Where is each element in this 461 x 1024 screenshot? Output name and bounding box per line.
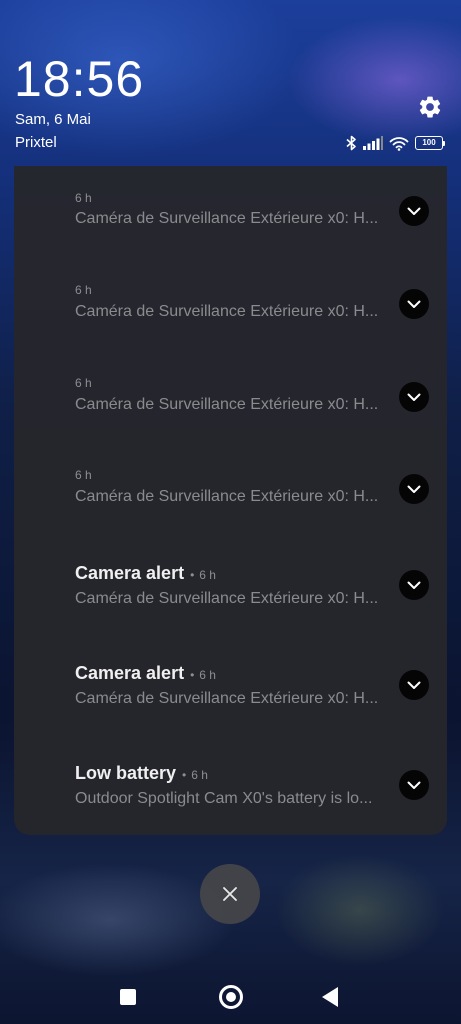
notification-time: 6 h — [75, 376, 92, 390]
notification-time: 6 h — [75, 468, 92, 482]
notification-item[interactable]: 6 h Caméra de Surveillance Extérieure x0… — [14, 351, 447, 443]
notification-body: Caméra de Surveillance Extérieure x0: H.… — [75, 210, 379, 227]
notification-time: 6 h — [75, 283, 92, 297]
signal-icon — [363, 136, 383, 150]
chevron-down-icon[interactable] — [399, 289, 429, 319]
clear-all-button[interactable] — [200, 864, 260, 924]
notification-item[interactable]: Low battery • 6 h Outdoor Spotlight Cam … — [14, 742, 447, 834]
chevron-down-icon[interactable] — [399, 770, 429, 800]
battery-level: 100 — [415, 136, 443, 150]
close-icon — [223, 887, 237, 901]
notification-time: 6 h — [199, 668, 216, 682]
notification-time: 6 h — [199, 568, 216, 582]
notification-body: Caméra de Surveillance Extérieure x0: H.… — [75, 488, 379, 505]
notification-body: Caméra de Surveillance Extérieure x0: H.… — [75, 590, 379, 607]
notification-body: Caméra de Surveillance Extérieure x0: H.… — [75, 303, 379, 320]
bluetooth-icon — [346, 135, 356, 151]
chevron-down-icon[interactable] — [399, 670, 429, 700]
navigation-bar — [0, 982, 461, 1012]
notification-time: 6 h — [75, 191, 92, 205]
notification-panel: 6 h Caméra de Surveillance Extérieure x0… — [14, 166, 447, 835]
notification-item[interactable]: 6 h Caméra de Surveillance Extérieure x0… — [14, 166, 447, 258]
notification-item[interactable]: Camera alert • 6 h Caméra de Surveillanc… — [14, 642, 447, 734]
gear-icon[interactable] — [417, 94, 443, 120]
notification-item[interactable]: 6 h Caméra de Surveillance Extérieure x0… — [14, 258, 447, 350]
notification-item[interactable]: 6 h Caméra de Surveillance Extérieure x0… — [14, 443, 447, 535]
notification-body: Caméra de Surveillance Extérieure x0: H.… — [75, 690, 379, 707]
battery-icon: 100 — [415, 136, 445, 150]
back-button[interactable] — [322, 987, 338, 1007]
chevron-down-icon[interactable] — [399, 382, 429, 412]
clock: 18:56 — [14, 51, 145, 107]
notification-time: 6 h — [191, 768, 208, 782]
notification-title: Low battery — [75, 763, 177, 783]
date-label: Sam, 6 Mai — [15, 111, 91, 128]
wifi-icon — [389, 136, 409, 151]
recents-button[interactable] — [120, 989, 136, 1005]
notification-title: Camera alert — [75, 563, 185, 583]
notification-item[interactable]: Camera alert • 6 h Caméra de Surveillanc… — [14, 542, 447, 634]
chevron-down-icon[interactable] — [399, 474, 429, 504]
carrier-label: Prixtel — [15, 134, 57, 151]
chevron-down-icon[interactable] — [399, 570, 429, 600]
notification-body: Caméra de Surveillance Extérieure x0: H.… — [75, 396, 379, 413]
notification-title: Camera alert — [75, 663, 185, 683]
notification-body: Outdoor Spotlight Cam X0's battery is lo… — [75, 790, 373, 807]
chevron-down-icon[interactable] — [399, 196, 429, 226]
home-button[interactable] — [219, 985, 243, 1009]
status-icons: 100 — [346, 134, 445, 152]
